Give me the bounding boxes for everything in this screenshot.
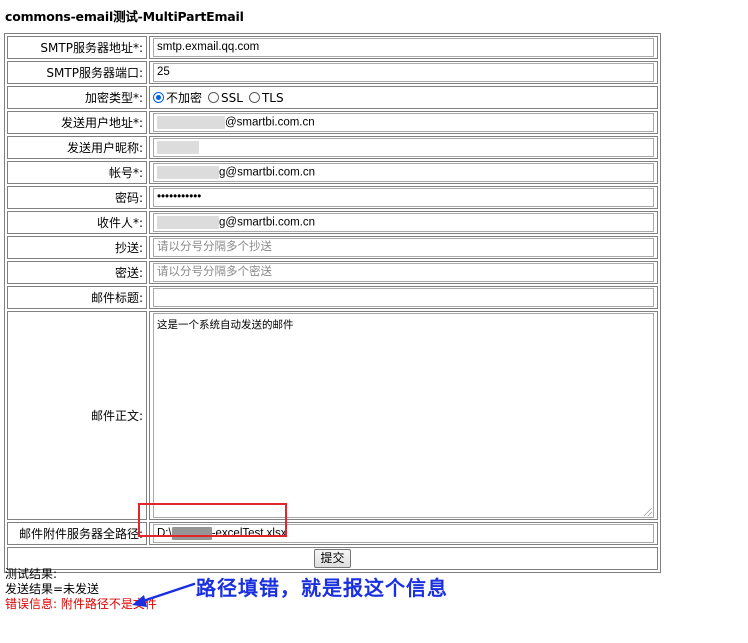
attachment-path-prefix: D:\ (157, 527, 172, 540)
form-row-body: 邮件正文: 这是一个系统自动发送的邮件 (7, 311, 658, 520)
account-input[interactable]: g@smartbi.com.cn (153, 163, 654, 182)
sender-address-suffix: @smartbi.com.cn (225, 116, 315, 129)
password-label: 密码: (7, 186, 147, 209)
recipient-suffix: g@smartbi.com.cn (219, 216, 316, 229)
smtp-host-label: SMTP服务器地址*: (7, 36, 147, 59)
attachment-path-input[interactable]: D:\ -excelTest.xlsx (153, 524, 654, 543)
page-title: commons-email测试-MultiPartEmail (5, 9, 244, 24)
subject-input[interactable] (153, 288, 654, 307)
cc-label: 抄送: (7, 236, 147, 259)
password-input[interactable]: ••••••••••• (153, 188, 654, 207)
smtp-host-input[interactable]: smtp.exmail.qq.com (153, 38, 654, 57)
radio-unchecked-icon[interactable] (208, 92, 220, 103)
encryption-radio-group: 不加密 SSL TLS (153, 88, 654, 107)
recipient-label: 收件人*: (7, 211, 147, 234)
redacted-text (171, 527, 212, 540)
form-row-bcc: 密送: 请以分号分隔多个密送 (7, 261, 658, 284)
redacted-text (157, 166, 219, 179)
recipient-input[interactable]: g@smartbi.com.cn (153, 213, 654, 232)
encryption-option-none-label: 不加密 (166, 91, 203, 105)
body-text: 这是一个系统自动发送的邮件 (157, 319, 294, 331)
radio-checked-icon[interactable] (153, 92, 164, 103)
radio-unchecked-icon[interactable] (248, 92, 260, 103)
form-row-smtp-port: SMTP服务器端口: 25 (7, 61, 658, 84)
subject-label: 邮件标题: (7, 286, 147, 309)
form-row-recipient: 收件人*: g@smartbi.com.cn (7, 211, 658, 234)
redacted-text (157, 141, 199, 154)
annotation-text: 路径填错，就是报这个信息 (196, 576, 448, 600)
bcc-label: 密送: (7, 261, 147, 284)
sender-nickname-input[interactable] (153, 138, 654, 157)
redacted-text (157, 116, 225, 129)
redacted-text (157, 216, 219, 229)
body-label: 邮件正文: (7, 311, 147, 520)
encryption-option-tls-label: TLS (261, 90, 284, 105)
encryption-option-ssl[interactable]: SSL (208, 91, 243, 105)
bcc-input[interactable]: 请以分号分隔多个密送 (153, 263, 654, 282)
email-test-form: SMTP服务器地址*: smtp.exmail.qq.com SMTP服务器端口… (4, 33, 661, 573)
smtp-port-input[interactable]: 25 (153, 63, 654, 82)
account-label: 帐号*: (7, 161, 147, 184)
form-row-encryption: 加密类型*: 不加密 SSL TLS (7, 86, 658, 109)
encryption-label: 加密类型*: (7, 86, 147, 109)
form-row-cc: 抄送: 请以分号分隔多个抄送 (7, 236, 658, 259)
form-row-subject: 邮件标题: (7, 286, 658, 309)
encryption-option-tls[interactable]: TLS (248, 90, 284, 105)
form-row-sender-address: 发送用户地址*: @smartbi.com.cn (7, 111, 658, 134)
smtp-port-label: SMTP服务器端口: (7, 61, 147, 84)
form-row-smtp-host: SMTP服务器地址*: smtp.exmail.qq.com (7, 36, 658, 59)
submit-button[interactable]: 提交 (314, 549, 351, 568)
cc-input[interactable]: 请以分号分隔多个抄送 (153, 238, 654, 257)
form-row-password: 密码: ••••••••••• (7, 186, 658, 209)
attachment-path-suffix: -excelTest.xlsx (211, 527, 287, 540)
form-row-sender-nickname: 发送用户昵称: (7, 136, 658, 159)
attachment-path-label: 邮件附件服务器全路径: (7, 522, 147, 545)
encryption-option-none[interactable]: 不加密 (153, 89, 202, 106)
sender-nickname-label: 发送用户昵称: (7, 136, 147, 159)
resize-grip-icon[interactable] (644, 508, 652, 516)
form-row-account: 帐号*: g@smartbi.com.cn (7, 161, 658, 184)
encryption-option-ssl-label: SSL (221, 90, 243, 105)
sender-address-input[interactable]: @smartbi.com.cn (153, 113, 654, 132)
sender-address-label: 发送用户地址*: (7, 111, 147, 134)
form-row-attachment: 邮件附件服务器全路径: D:\ -excelTest.xlsx (7, 522, 658, 545)
body-textarea[interactable]: 这是一个系统自动发送的邮件 (153, 313, 654, 518)
account-suffix: g@smartbi.com.cn (219, 166, 316, 179)
annotation-arrow-icon (132, 582, 196, 607)
